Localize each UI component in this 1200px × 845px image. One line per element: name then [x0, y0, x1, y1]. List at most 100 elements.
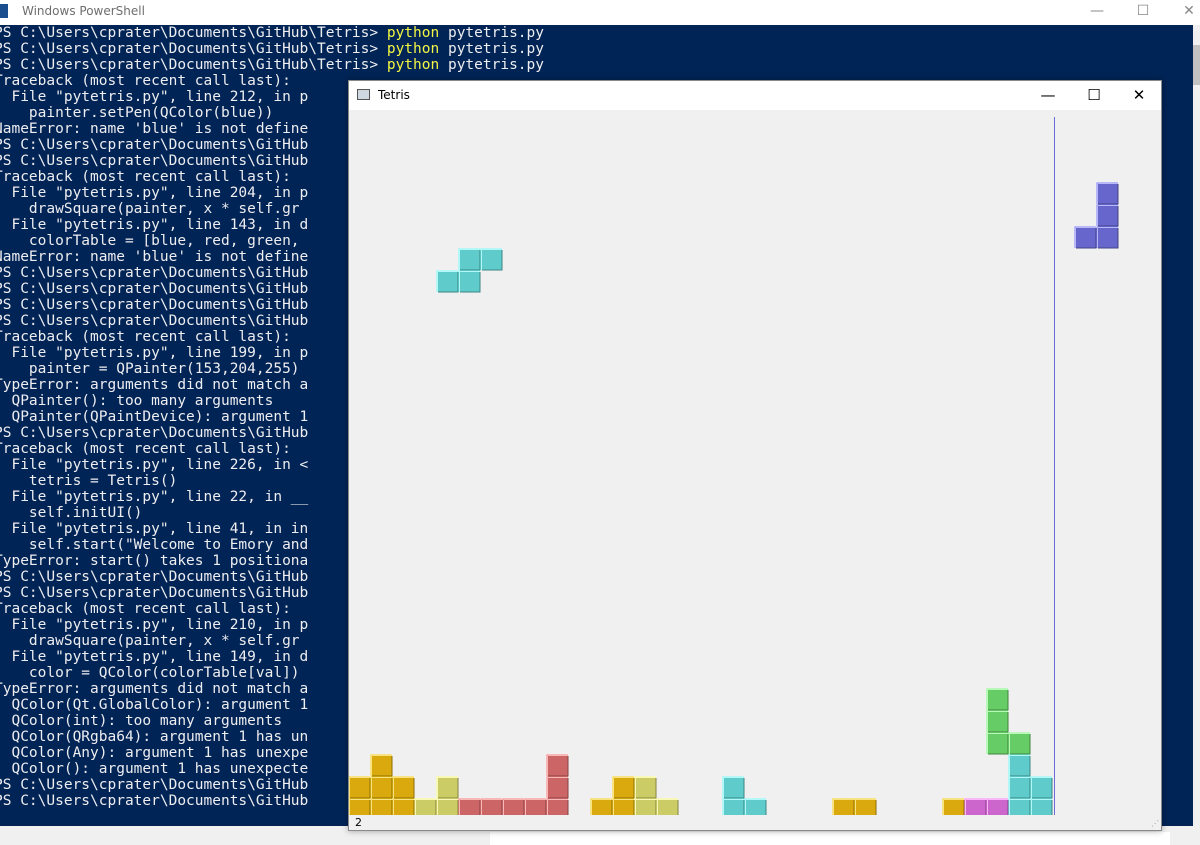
- tetromino-block: [986, 732, 1009, 755]
- scrollbar-thumb[interactable]: [1193, 45, 1200, 85]
- console-line: TypeError: start() takes 1 positiona: [0, 553, 309, 569]
- close-button[interactable]: ✕: [1116, 81, 1162, 110]
- console-line: QColor(QRgba64): argument 1 has un: [0, 729, 309, 745]
- console-line: TypeError: arguments did not match a: [0, 377, 309, 393]
- console-line: File "pytetris.py", line 149, in d: [0, 649, 309, 665]
- console-line: PS C:\Users\cprater\Documents\GitHub: [0, 153, 309, 169]
- console-line: PS C:\Users\cprater\Documents\GitHub: [0, 137, 309, 153]
- tetromino-block: [832, 798, 855, 815]
- tetromino-block: [546, 776, 569, 799]
- tetromino-block: [370, 776, 393, 799]
- console-line: Traceback (most recent call last):: [0, 169, 291, 185]
- tetromino-block: [392, 798, 415, 815]
- console-line: PS C:\Users\cprater\Documents\GitHub\Tet…: [0, 25, 544, 41]
- console-line: PS C:\Users\cprater\Documents\GitHub: [0, 425, 309, 441]
- console-line: QColor(Any): argument 1 has unexpe: [0, 745, 309, 761]
- tetromino-block: [524, 798, 547, 815]
- console-line: PS C:\Users\cprater\Documents\GitHub: [0, 569, 309, 585]
- tetromino-block: [349, 776, 371, 799]
- tetris-titlebar: Tetris — ☐ ✕: [349, 81, 1161, 110]
- tetris-title: Tetris: [378, 88, 410, 102]
- console-line: Traceback (most recent call last):: [0, 441, 291, 457]
- tetromino-block: [370, 798, 393, 815]
- console-line: Traceback (most recent call last):: [0, 601, 291, 617]
- tetromino-block: [656, 798, 679, 815]
- game-board[interactable]: [349, 110, 1161, 815]
- tetromino-block: [964, 798, 987, 815]
- console-line: PS C:\Users\cprater\Documents\GitHub: [0, 297, 309, 313]
- console-line: painter = QPainter(153,204,255): [0, 361, 300, 377]
- status-score: 2: [355, 816, 362, 829]
- status-bar: 2 ⋰: [349, 815, 1161, 830]
- tetromino-block: [480, 798, 503, 815]
- maximize-button[interactable]: ☐: [1071, 81, 1117, 110]
- console-line: painter.setPen(QColor(blue)): [0, 105, 274, 121]
- tetromino-block: [1030, 798, 1053, 815]
- tetromino-block: [986, 710, 1009, 733]
- console-line: drawSquare(painter, x * self.gr: [0, 633, 300, 649]
- minimize-button[interactable]: —: [1074, 0, 1120, 24]
- tetromino-block: [634, 776, 657, 799]
- console-line: PS C:\Users\cprater\Documents\GitHub: [0, 777, 309, 793]
- maximize-button[interactable]: ☐: [1120, 0, 1166, 24]
- console-scrollbar[interactable]: [1193, 25, 1200, 826]
- tetromino-block: [436, 776, 459, 799]
- tetromino-block: [986, 688, 1009, 711]
- console-line: PS C:\Users\cprater\Documents\GitHub: [0, 793, 309, 809]
- next-piece-block: [1096, 226, 1119, 249]
- tetromino-block: [436, 798, 459, 815]
- tetromino-block: [612, 798, 635, 815]
- tetromino-block: [1008, 776, 1031, 799]
- tetromino-block: [458, 248, 481, 271]
- console-line: File "pytetris.py", line 22, in __: [0, 489, 309, 505]
- console-line: File "pytetris.py", line 210, in p: [0, 617, 309, 633]
- tetromino-block: [392, 776, 415, 799]
- powershell-titlebar: Windows PowerShell — ☐ ✕: [0, 0, 1200, 24]
- tetromino-block: [1008, 798, 1031, 815]
- console-line: TypeError: arguments did not match a: [0, 681, 309, 697]
- console-line: PS C:\Users\cprater\Documents\GitHub\Tet…: [0, 41, 544, 57]
- console-line: Traceback (most recent call last):: [0, 329, 291, 345]
- tetromino-block: [480, 248, 503, 271]
- tetromino-block: [744, 798, 767, 815]
- console-line: PS C:\Users\cprater\Documents\GitHub: [0, 585, 309, 601]
- console-line: QColor(int): too many arguments: [0, 713, 283, 729]
- tetromino-block: [458, 798, 481, 815]
- next-piece-block: [1096, 182, 1119, 205]
- tetromino-block: [722, 798, 745, 815]
- console-line: colorTable = [blue, red, green,: [0, 233, 300, 249]
- tetromino-block: [722, 776, 745, 799]
- console-line: File "pytetris.py", line 212, in p: [0, 89, 309, 105]
- tetromino-block: [590, 798, 613, 815]
- close-button[interactable]: ✕: [1166, 0, 1200, 24]
- console-line: QColor(Qt.GlobalColor): argument 1: [0, 697, 309, 713]
- console-line: tetris = Tetris(): [0, 473, 178, 489]
- tetromino-block: [502, 798, 525, 815]
- tetromino-block: [986, 798, 1009, 815]
- next-piece-block: [1096, 204, 1119, 227]
- console-line: QPainter(QPaintDevice): argument 1: [0, 409, 309, 425]
- console-line: QPainter(): too many arguments: [0, 393, 274, 409]
- minimize-button[interactable]: —: [1025, 81, 1071, 110]
- tetromino-block: [1008, 732, 1031, 755]
- powershell-icon: [0, 4, 8, 18]
- tetromino-block: [546, 798, 569, 815]
- console-line: PS C:\Users\cprater\Documents\GitHub: [0, 265, 309, 281]
- resize-grip-icon[interactable]: ⋰: [1151, 820, 1159, 828]
- console-line: File "pytetris.py", line 143, in d: [0, 217, 309, 233]
- console-line: NameError: name 'blue' is not define: [0, 121, 309, 137]
- console-line: PS C:\Users\cprater\Documents\GitHub: [0, 313, 309, 329]
- console-line: self.initUI(): [0, 505, 143, 521]
- tetromino-block: [370, 754, 393, 777]
- console-line: self.start("Welcome to Emory and: [0, 537, 309, 553]
- window-icon: [357, 89, 370, 100]
- console-line: File "pytetris.py", line 204, in p: [0, 185, 309, 201]
- tetromino-block: [942, 798, 965, 815]
- console-line: File "pytetris.py", line 226, in <: [0, 457, 309, 473]
- console-line: PS C:\Users\cprater\Documents\GitHub: [0, 281, 309, 297]
- console-line: QColor(): argument 1 has unexpecte: [0, 761, 309, 777]
- next-piece-block: [1074, 226, 1097, 249]
- tetromino-block: [1008, 754, 1031, 777]
- tetromino-block: [414, 798, 437, 815]
- tetris-window: Tetris — ☐ ✕ 2 ⋰: [348, 80, 1162, 831]
